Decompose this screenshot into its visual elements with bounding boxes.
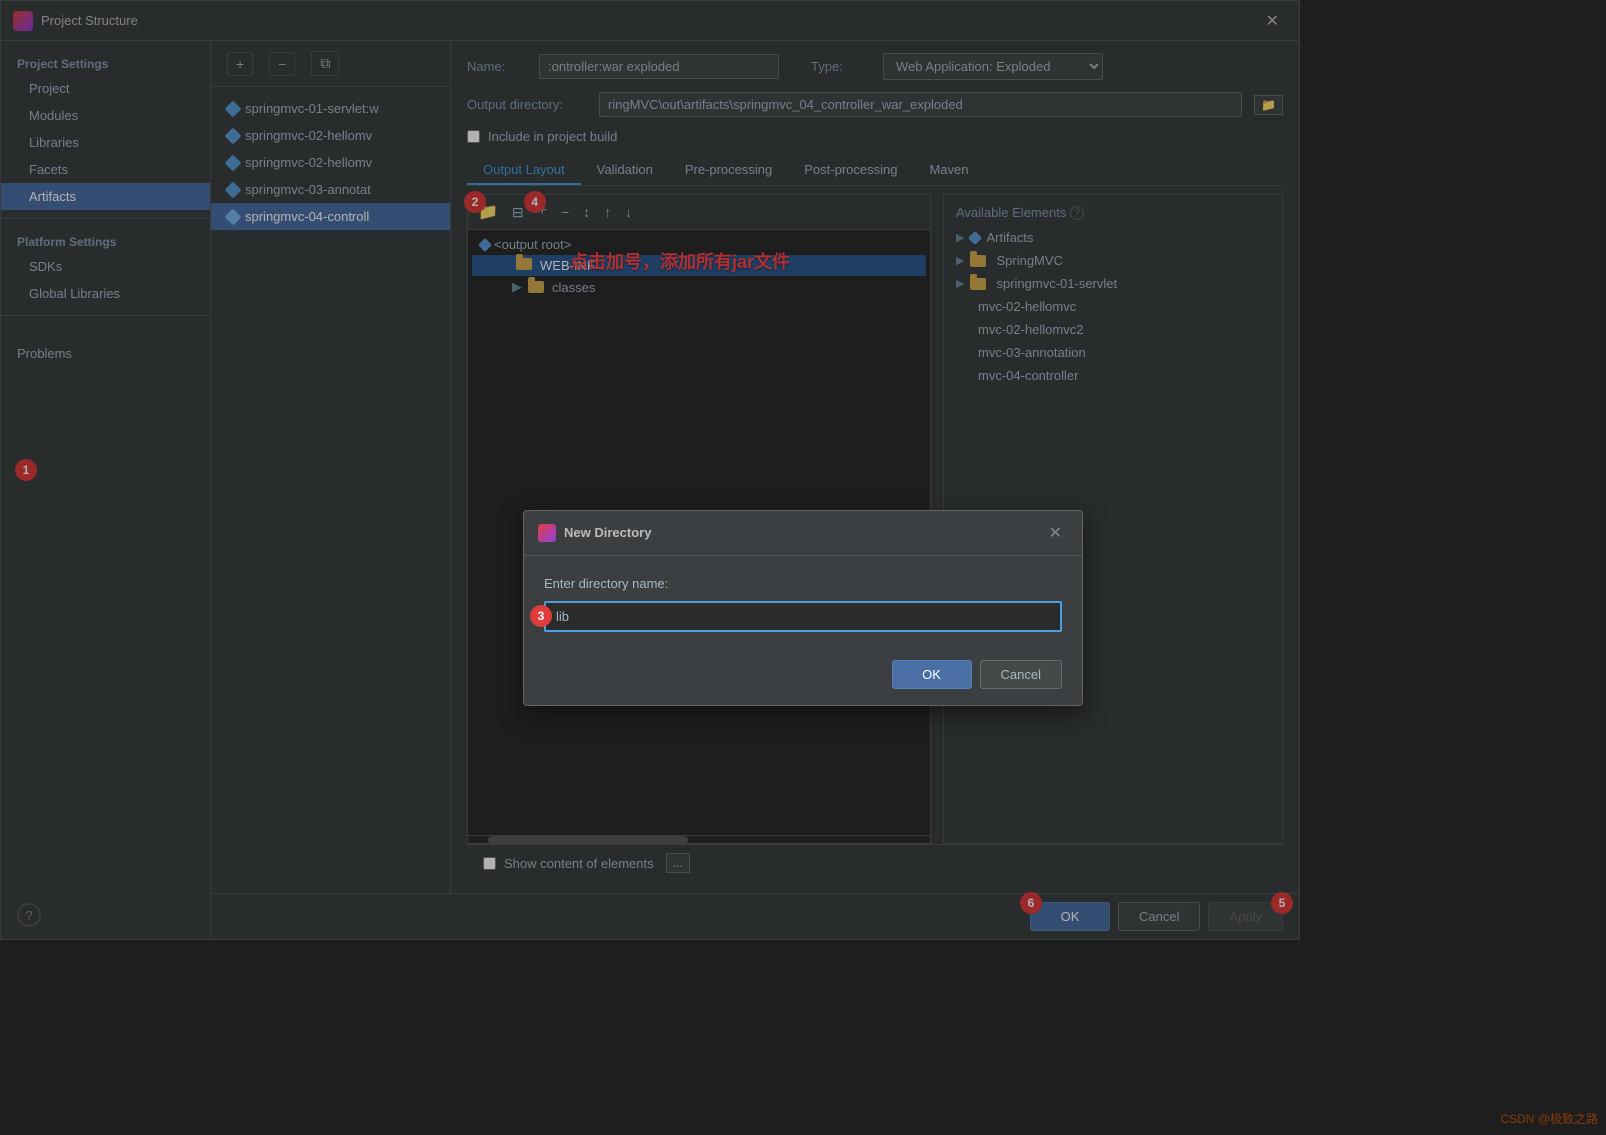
dialog-close-button[interactable]: ✕ — [1043, 521, 1068, 545]
step3-badge: 3 — [530, 605, 552, 627]
dialog-dir-label: Enter directory name: — [544, 576, 1062, 591]
dialog-ok-button[interactable]: OK — [892, 660, 972, 689]
dialog-dir-input[interactable] — [544, 601, 1062, 632]
dialog-title: New Directory — [564, 525, 1035, 540]
dialog-footer: OK Cancel — [524, 648, 1082, 705]
dialog-title-bar: New Directory ✕ — [524, 511, 1082, 556]
dialog-overlay: New Directory ✕ Enter directory name: 3 … — [0, 0, 1606, 1135]
dialog-body: Enter directory name: 3 — [524, 556, 1082, 648]
dialog-app-icon — [538, 524, 556, 542]
dialog-input-container: 3 — [544, 601, 1062, 632]
dialog-cancel-button[interactable]: Cancel — [980, 660, 1062, 689]
new-directory-dialog: New Directory ✕ Enter directory name: 3 … — [523, 510, 1083, 706]
